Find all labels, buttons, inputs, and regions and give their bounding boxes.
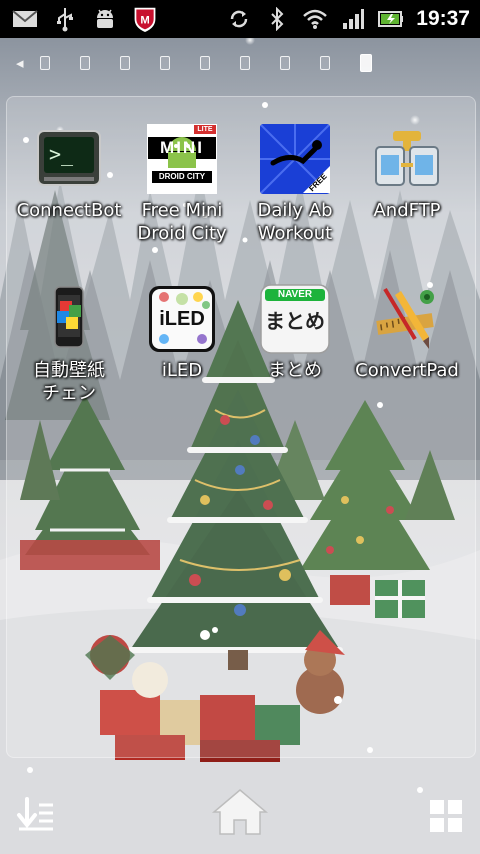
wifi-icon [302,6,328,32]
page-dot[interactable] [279,56,290,70]
home-icon [211,789,269,835]
app-wallpaper-changer[interactable]: 自動壁紙 チェン [9,283,129,405]
app-daily-ab-workout[interactable]: FREE Daily Ab Workout [235,123,355,245]
usb-icon[interactable] [52,6,78,32]
ab-workout-icon: FREE [259,123,331,195]
iled-icon: iLED [146,283,218,355]
android-debug-icon[interactable] [92,6,118,32]
app-label-line2: チェン [42,383,96,404]
mini-droid-city-icon: LITE MINI DROID CITY [146,123,218,195]
app-label-line2: Workout [257,223,333,244]
clock: 19:37 [416,7,470,30]
icon-text-lite: LITE [197,126,213,133]
app-label-line1: Free Mini [141,200,223,221]
app-drawer-button[interactable] [12,792,58,838]
page-dot[interactable] [79,56,90,70]
page-dot[interactable] [319,56,330,70]
andftp-icon [371,123,443,195]
app-label-line2: Droid City [137,223,227,244]
icon-text-droid-city: DROID CITY [158,172,206,181]
page-dot[interactable] [239,56,250,70]
svg-text:>_: >_ [49,142,74,166]
grid-icon [430,800,462,832]
app-label-line1: 自動壁紙 [33,360,105,381]
app-label-line1: Daily Ab [257,200,333,221]
page-dot[interactable] [199,56,210,70]
convertpad-icon [371,283,443,355]
icon-text-mini: MINI [160,138,204,157]
bluetooth-icon [264,6,290,32]
svg-text:M: M [140,14,149,26]
app-label: AndFTP [373,200,441,221]
icon-text-matome: まとめ [265,309,325,333]
dock [0,770,480,854]
app-label: iLED [161,360,203,381]
app-drawer-icon [17,797,53,831]
page-dots [39,54,372,72]
gmail-icon[interactable] [12,6,38,32]
signal-icon [340,6,366,32]
status-bar: M 19:37 [0,0,480,38]
app-connectbot[interactable]: >_ ConnectBot [9,123,129,222]
page-dot[interactable] [159,56,170,70]
page-dot[interactable] [39,56,50,70]
naver-matome-icon: NAVER まとめ [259,283,331,355]
app-naver-matome[interactable]: NAVER まとめ まとめ [235,283,355,382]
app-label: ConnectBot [16,200,122,221]
battery-charging-icon [378,6,404,32]
app-convertpad[interactable]: ConvertPad [347,283,467,382]
app-free-mini-droid-city[interactable]: LITE MINI DROID CITY Free Mini Droid Cit… [122,123,242,245]
grid-button[interactable] [424,794,468,838]
home-button[interactable] [208,784,272,840]
sync-icon [226,6,252,32]
icon-text-naver: NAVER [277,289,313,300]
wallpaper-changer-icon [33,283,105,355]
page-left-arrow-icon: ◂ [16,54,24,72]
page-dot[interactable] [119,56,130,70]
page-indicator: ◂ [16,52,436,74]
mcafee-icon[interactable]: M [132,6,158,32]
app-label: ConvertPad [355,360,459,381]
terminal-icon: >_ [33,123,105,195]
app-folder: >_ ConnectBot LITE MINI DROID CITY Free … [6,96,476,758]
app-andftp[interactable]: AndFTP [347,123,467,222]
app-iled[interactable]: iLED iLED [122,283,242,382]
app-label: まとめ [268,360,322,381]
icon-text-iled: iLED [159,308,205,330]
page-dot-active[interactable] [359,54,372,72]
